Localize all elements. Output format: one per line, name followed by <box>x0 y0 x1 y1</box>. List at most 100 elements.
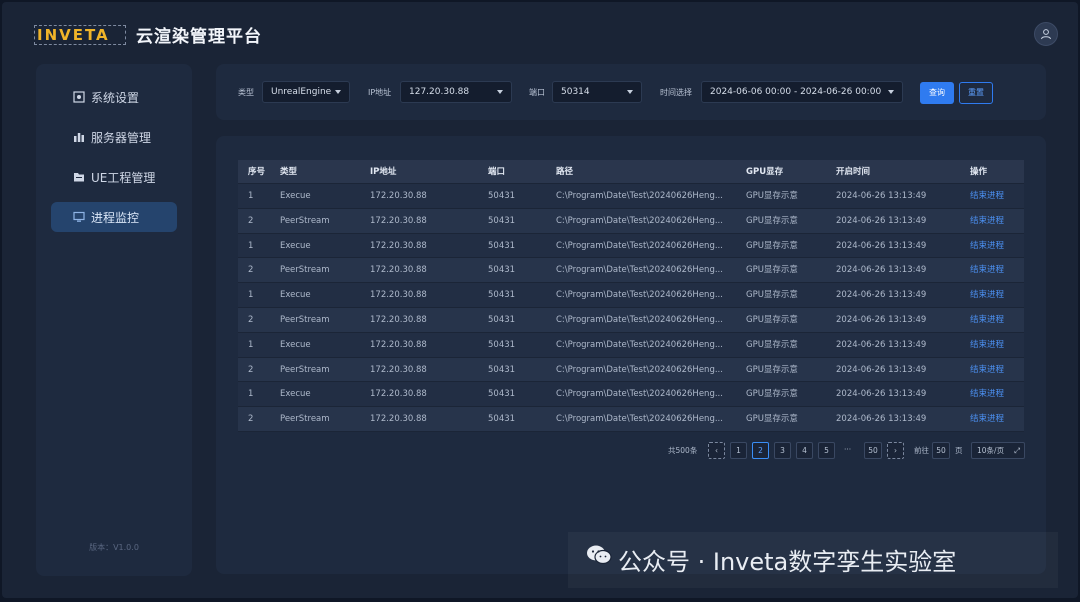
cell-gpu: GPU显存示意 <box>746 215 798 226</box>
col-header-gpu: GPU显存 <box>746 167 784 177</box>
ip-label: IP地址 <box>368 88 392 97</box>
cell-start-time: 2024-06-26 13:13:49 <box>836 215 927 226</box>
cell-port: 50431 <box>488 364 516 375</box>
header: INVETA 云渲染管理平台 <box>2 2 1078 60</box>
cell-path: C:\Program\Date\Test\20240626Heng... <box>556 191 723 201</box>
expand-icon: ⤢ <box>1014 446 1020 455</box>
cell-index: 1 <box>248 389 254 400</box>
cell-type: Execue <box>280 389 311 400</box>
ip-select-value: 127.20.30.88 <box>409 87 470 97</box>
sidebar-item-ue-project[interactable]: UE工程管理 <box>51 162 177 192</box>
end-process-link[interactable]: 结束进程 <box>970 333 1004 357</box>
cell-index: 2 <box>248 364 254 375</box>
cell-type: PeerStream <box>280 215 330 226</box>
cell-start-time: 2024-06-26 13:13:49 <box>836 339 927 350</box>
process-table-card: 序号 类型 IP地址 端口 路径 GPU显存 开启时间 操作 1 Execue 17… <box>216 136 1046 574</box>
type-select[interactable]: UnrealEngine <box>262 81 350 103</box>
page-size-value: 10条/页 <box>977 446 1005 455</box>
cell-path: C:\Program\Date\Test\20240626Heng... <box>556 215 723 226</box>
cell-path: C:\Program\Date\Test\20240626Heng... <box>556 339 723 350</box>
table-row: 2 PeerStream 172.20.30.88 50431 C:\Program\D… <box>238 258 1024 284</box>
pagination-ellipsis[interactable]: ··· <box>844 445 851 454</box>
cell-gpu: GPU显存示意 <box>746 240 798 251</box>
server-icon <box>74 133 84 142</box>
port-label: 端口 <box>529 88 545 97</box>
ip-select[interactable]: 127.20.30.88 <box>400 81 512 103</box>
page-button-3[interactable]: 3 <box>774 442 791 459</box>
end-process-link[interactable]: 结束进程 <box>970 407 1004 431</box>
goto-page-input[interactable]: 50 <box>932 442 950 459</box>
app-window: INVETA 云渲染管理平台 系统设置 服务器管理 UE工程管理 进程监控 版本… <box>2 2 1078 598</box>
cell-gpu: GPU显存示意 <box>746 265 798 276</box>
prev-page-button[interactable]: ‹ <box>708 442 725 459</box>
page-button-4[interactable]: 4 <box>796 442 813 459</box>
port-select[interactable]: 50314 <box>552 81 642 103</box>
col-header-port: 端口 <box>488 167 506 177</box>
col-header-index: 序号 <box>248 167 266 177</box>
sidebar-item-system-settings[interactable]: 系统设置 <box>51 82 177 112</box>
wechat-icon <box>587 545 612 565</box>
cell-type: Execue <box>280 191 311 201</box>
cell-start-time: 2024-06-26 13:13:49 <box>836 364 927 375</box>
folder-icon <box>74 173 84 182</box>
cell-type: PeerStream <box>280 265 330 276</box>
cell-type: PeerStream <box>280 314 330 325</box>
end-process-link[interactable]: 结束进程 <box>970 209 1004 233</box>
end-process-link[interactable]: 结束进程 <box>970 184 1004 208</box>
reset-button[interactable]: 重置 <box>959 82 993 104</box>
cell-index: 2 <box>248 414 254 425</box>
cell-ip: 172.20.30.88 <box>370 191 427 201</box>
sidebar-item-label: 服务器管理 <box>91 130 152 145</box>
cell-port: 50431 <box>488 240 516 251</box>
cell-gpu: GPU显存示意 <box>746 191 798 201</box>
query-button[interactable]: 查询 <box>920 82 954 104</box>
end-process-link[interactable]: 结束进程 <box>970 283 1004 307</box>
next-page-button[interactable]: › <box>887 442 904 459</box>
cell-path: C:\Program\Date\Test\20240626Heng... <box>556 364 723 375</box>
end-process-link[interactable]: 结束进程 <box>970 382 1004 406</box>
app-title: 云渲染管理平台 <box>136 27 262 47</box>
cell-gpu: GPU显存示意 <box>746 314 798 325</box>
time-range-picker[interactable]: 2024-06-06 00:00 - 2024-06-26 00:00 <box>701 81 903 103</box>
watermark-text: 公众号 · Inveta数字孪生实验室 <box>618 548 957 576</box>
user-avatar-button[interactable] <box>1034 22 1058 46</box>
table-row: 2 PeerStream 172.20.30.88 50431 C:\Program\D… <box>238 307 1024 333</box>
cell-path: C:\Program\Date\Test\20240626Heng... <box>556 265 723 276</box>
time-label: 时间选择 <box>660 88 692 97</box>
goto-label: 前往 <box>914 446 929 455</box>
col-header-action: 操作 <box>970 167 988 177</box>
page-button-2[interactable]: 2 <box>752 442 769 459</box>
cell-gpu: GPU显存示意 <box>746 290 798 301</box>
page-button-5[interactable]: 5 <box>818 442 835 459</box>
table-row: 1 Execue 172.20.30.88 50431 C:\Program\Date\… <box>238 184 1024 209</box>
gear-icon <box>73 91 85 103</box>
page-size-select[interactable]: 10条/页 ⤢ <box>971 442 1025 459</box>
sidebar: 系统设置 服务器管理 UE工程管理 进程监控 版本：V1.0.0 <box>36 64 192 576</box>
cell-port: 50431 <box>488 414 516 425</box>
end-process-link[interactable]: 结束进程 <box>970 234 1004 258</box>
end-process-link[interactable]: 结束进程 <box>970 258 1004 282</box>
chevron-down-icon <box>497 90 503 94</box>
cell-path: C:\Program\Date\Test\20240626Heng... <box>556 290 723 301</box>
cell-ip: 172.20.30.88 <box>370 240 427 251</box>
end-process-link[interactable]: 结束进程 <box>970 358 1004 382</box>
cell-index: 1 <box>248 339 254 350</box>
cell-port: 50431 <box>488 339 516 350</box>
cell-start-time: 2024-06-26 13:13:49 <box>836 314 927 325</box>
table-row: 1 Execue 172.20.30.88 50431 C:\Program\Date\… <box>238 283 1024 308</box>
type-select-value: UnrealEngine <box>271 87 332 97</box>
cell-gpu: GPU显存示意 <box>746 364 798 375</box>
cell-ip: 172.20.30.88 <box>370 364 427 375</box>
cell-start-time: 2024-06-26 13:13:49 <box>836 240 927 251</box>
page-button-last[interactable]: 50 <box>864 442 882 459</box>
end-process-link[interactable]: 结束进程 <box>970 308 1004 332</box>
chevron-down-icon <box>627 90 633 94</box>
sidebar-item-process-monitor[interactable]: 进程监控 <box>51 202 177 232</box>
table-row: 1 Execue 172.20.30.88 50431 C:\Program\Date\… <box>238 382 1024 408</box>
monitor-icon <box>73 211 85 222</box>
process-table: 序号 类型 IP地址 端口 路径 GPU显存 开启时间 操作 1 Execue 17… <box>238 160 1024 432</box>
cell-type: Execue <box>280 339 311 350</box>
chevron-right-icon: › <box>894 446 897 455</box>
page-button-1[interactable]: 1 <box>730 442 747 459</box>
sidebar-item-server-management[interactable]: 服务器管理 <box>51 122 177 152</box>
